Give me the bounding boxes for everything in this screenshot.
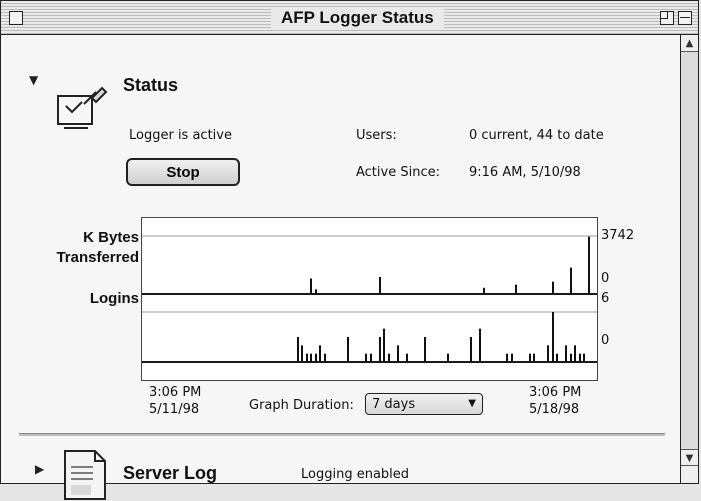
status-heading: Status [123,75,179,95]
users-value: 0 current, 44 to date [469,128,604,143]
kbytes-bar [315,289,317,294]
logins-bar [324,353,326,362]
logins-bar [583,353,585,362]
title-bar[interactable]: AFP Logger Status [1,1,698,35]
scroll-up-arrow-icon[interactable]: ▲ [681,35,698,52]
logins-bar [479,328,481,362]
kbytes-bar [552,281,554,294]
logins-bar [347,337,349,362]
logins-bar [470,337,472,362]
graph-duration-select[interactable]: 7 days ▼ [365,393,483,415]
logins-bar [310,353,312,362]
activity-graph-svg [142,235,597,363]
afp-logger-window: AFP Logger Status ▼ Status Logger is act… [0,0,699,500]
active-since-label: Active Since: [356,165,440,180]
grow-box[interactable] [681,465,698,483]
dialog-with-pen-icon [57,86,108,129]
logins-max-label: 6 [601,291,610,306]
logins-bar [306,353,308,362]
window-title-text: AFP Logger Status [281,8,434,27]
kbytes-label-2: Transferred [56,249,139,266]
logins-bar [397,345,399,362]
logins-bar [319,345,321,362]
server-log-state: Logging enabled [301,467,410,482]
logins-bar [365,353,367,362]
logins-bar [547,345,549,362]
kbytes-bar [379,276,381,294]
logins-bar [301,345,303,362]
status-disclosure-open-icon[interactable]: ▼ [29,73,38,87]
activity-graph [141,217,598,381]
window-title: AFP Logger Status [271,7,444,29]
logins-bar [406,353,408,362]
active-since-value: 9:16 AM, 5/10/98 [469,165,581,180]
stop-button[interactable]: Stop [126,158,240,186]
logins-bar [579,353,581,362]
logins-bar [370,353,372,362]
logins-bar [315,353,317,362]
logins-label: Logins [89,290,139,307]
x-start-time: 3:06 PM [149,385,202,400]
users-label: Users: [356,128,397,143]
kbytes-bar [588,236,590,294]
document-icon [64,450,106,500]
graph-duration-value: 7 days [372,396,416,412]
logins-bar [379,337,381,362]
logins-bar [570,353,572,362]
server-log-heading: Server Log [123,463,218,483]
window-content: ▼ Status Logger is active Users: 0 curre… [1,35,682,500]
logins-bar [297,337,299,362]
x-end-time: 3:06 PM [529,385,582,400]
logins-bar [511,353,513,362]
server-log-disclosure-closed-icon[interactable]: ▶ [35,462,44,476]
logins-bar [556,353,558,362]
kbytes-bar [570,267,572,294]
zoom-box[interactable] [660,11,674,25]
kbytes-bar [310,278,312,294]
graph-duration-label: Graph Duration: [249,398,354,413]
section-separator [19,433,665,436]
logins-bar [383,328,385,362]
logger-state: Logger is active [129,128,232,143]
chevron-down-icon: ▼ [468,398,476,409]
close-box[interactable] [9,11,23,25]
kbytes-label-1: K Bytes [83,229,139,246]
logins-bar [506,353,508,362]
collapse-box[interactable] [678,11,692,25]
kbytes-max-label: 3742 [601,228,635,243]
x-end-date: 5/18/98 [529,402,580,417]
logins-bar [424,337,426,362]
scroll-down-arrow-icon[interactable]: ▼ [681,449,698,466]
x-start-date: 5/11/98 [149,402,200,417]
vertical-scrollbar[interactable]: ▲ ▼ [680,35,698,483]
logins-min-label: 0 [601,333,610,348]
kbytes-bar [515,284,517,294]
logins-bar [388,353,390,362]
kbytes-bar [483,287,485,294]
logins-bar [529,353,531,362]
logins-bar [565,345,567,362]
logins-bar [447,353,449,362]
logins-bar [552,312,554,362]
kbytes-min-label: 0 [601,271,610,286]
logins-bar [533,353,535,362]
logins-bar [574,345,576,362]
